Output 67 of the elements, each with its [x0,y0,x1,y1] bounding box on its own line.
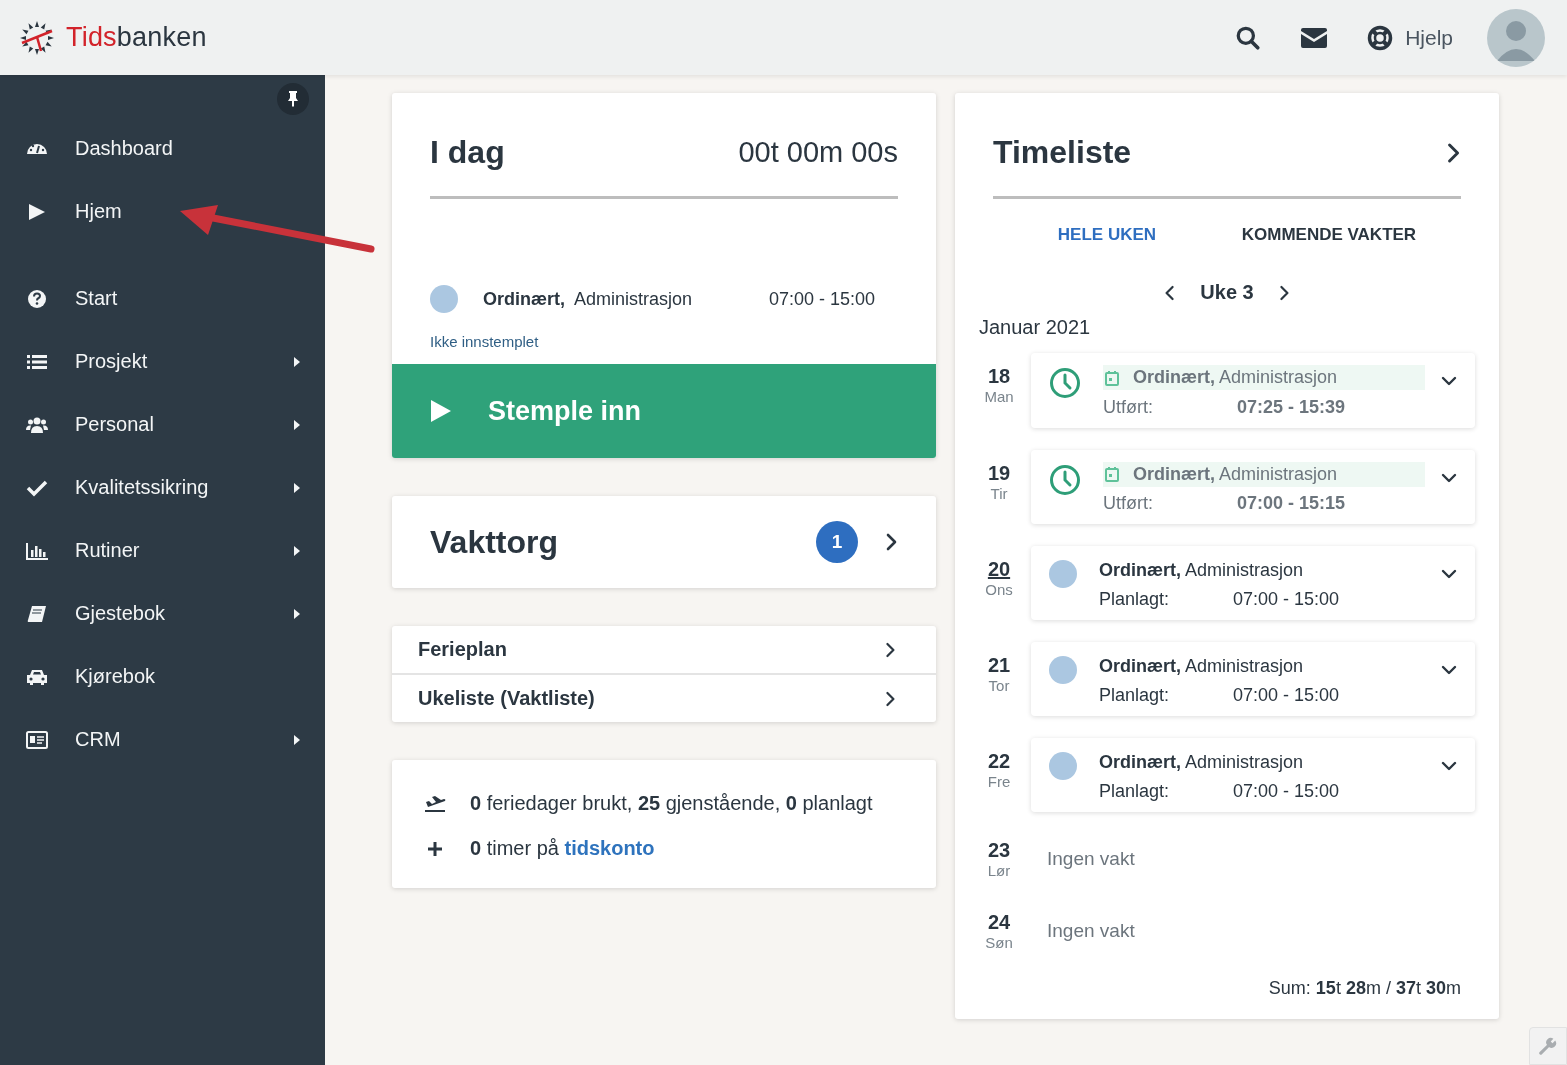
help-button[interactable]: Hjelp [1367,24,1453,51]
time-label: Planlagt: [1099,781,1171,802]
shift-card[interactable]: Ordinært, Administrasjon Utført: 07:00 - 15:15 [1031,449,1475,524]
weekday-label: Tir [990,484,1008,502]
status-text: Ikke innstemplet [430,333,540,350]
shift-card[interactable]: Ordinært, Administrasjon Utført: 07:25 - 15:39 [1031,353,1475,428]
vacation-summary: 0 feriedager brukt, 25 gjenstående, 0 planlagt [470,792,873,815]
day-number: 22 [987,750,1011,773]
shift-card[interactable]: Ordinært, Administrasjon Planlagt: 07:00 - 15:00 [1031,738,1475,812]
logo-text[interactable]: Tidsbanken [66,22,207,53]
shift-title: Ordinært, Administrasjon [1099,560,1304,581]
weekday-label: Man [984,388,1014,405]
sidebar-item[interactable]: Rutiner [0,519,325,582]
link-row[interactable]: Ferieplan [392,626,936,675]
card-title: I dag [430,134,505,171]
sidebar-item[interactable]: Hjem [0,180,325,243]
weekday-label: Ons [985,581,1013,598]
link-row[interactable]: Ukeliste (Vaktliste) [392,675,936,722]
count-badge: 1 [816,521,858,563]
sidebar-item[interactable]: Gjestebok [0,582,325,645]
weekday-label: Lør [987,862,1011,879]
shift-time: 07:00 - 15:15 [1237,493,1346,514]
sidebar-item[interactable]: Personal [0,393,325,456]
weekday-label: Søn [985,934,1013,951]
day-number: 24 [987,911,1011,934]
card-title: Timeliste [993,134,1132,171]
day-number: 19 [987,461,1011,485]
shift-time: 07:25 - 15:39 [1237,396,1346,418]
vakttorg-card[interactable]: Vakttorg 1 [392,496,936,588]
sidebar-item[interactable]: Dashboard [0,117,325,180]
day-number: 20 [987,558,1011,581]
shift-card[interactable]: Ordinært, Administrasjon Planlagt: 07:00 - 15:00 [1031,642,1475,716]
shift-time: 07:00 - 15:00 [1233,685,1340,706]
shift-title: Ordinært, Administrasjon [1133,367,1338,388]
no-shift-text: Ingen vakt [1047,920,1135,942]
weekday-label: Fre [987,773,1011,790]
shift-card[interactable]: Ordinært, Administrasjon Planlagt: 07:00 - 15:00 [1031,546,1475,620]
time-account-link[interactable]: tidskonto [564,837,655,859]
time-label: Planlagt: [1099,685,1171,706]
sidebar-item[interactable]: CRM [0,708,325,771]
shift-time: 07:00 - 15:00 [769,288,876,310]
month-label: Januar 2021 [979,316,1092,339]
shift-title: Ordinært, Administrasjon [483,288,694,310]
sum-text: Sum: 15t 28m / 37t 30m [1267,978,1462,999]
sidebar-item[interactable]: Kvalitetssikring [0,456,325,519]
shift-time: 07:00 - 15:00 [1233,589,1340,610]
tab[interactable]: HELE UKEN [1057,225,1157,245]
time-label: Planlagt: [1099,589,1171,610]
timer-text: 00t 00m 00s [738,136,898,169]
sidebar-item[interactable]: Kjørebok [0,645,325,708]
time-label: Utført: [1103,396,1154,418]
shift-title: Ordinært, Administrasjon [1099,656,1304,677]
sidebar-item[interactable]: Start [0,267,325,330]
day-number: 18 [987,365,1011,388]
tab[interactable]: KOMMENDE VAKTER [1241,225,1417,245]
no-shift-text: Ingen vakt [1047,848,1135,870]
week-label: Uke 3 [1200,281,1254,304]
weekday-label: Tor [988,677,1010,694]
time-label: Utført: [1103,493,1154,514]
sidebar-item[interactable]: Prosjekt [0,330,325,393]
shift-time: 07:00 - 15:00 [1233,781,1340,802]
day-number: 21 [987,654,1011,677]
day-number: 23 [987,839,1011,862]
time-account-summary: 0 timer på tidskonto [470,837,655,860]
shift-title: Ordinært, Administrasjon [1099,752,1304,773]
shift-title: Ordinært, Administrasjon [1133,463,1338,485]
card-title: Vakttorg [430,523,559,561]
